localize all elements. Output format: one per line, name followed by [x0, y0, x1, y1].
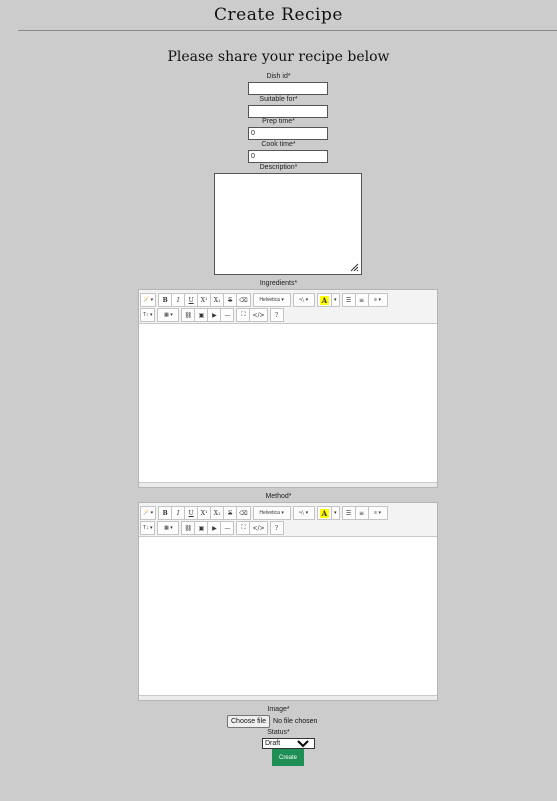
- ordered-list-button[interactable]: ≡: [354, 506, 369, 520]
- link-button[interactable]: ⛓: [181, 521, 196, 535]
- image-label: Image*: [267, 706, 290, 713]
- superscript-button[interactable]: X¹: [197, 506, 212, 520]
- font-family-dropdown[interactable]: Helvetica ▾: [252, 293, 291, 307]
- code-view-button[interactable]: </>: [249, 521, 268, 535]
- help-button[interactable]: ?: [269, 521, 284, 535]
- ingredients-label: Ingredients*: [259, 280, 298, 287]
- method-resize-bar[interactable]: [139, 695, 437, 700]
- ingredients-editable-area[interactable]: [139, 324, 437, 482]
- clear-format-button[interactable]: ⌫: [236, 506, 251, 520]
- magic-wand-button[interactable]: 🪄 ▾: [140, 506, 157, 520]
- line-height-dropdown[interactable]: T↕ ▾: [140, 521, 156, 535]
- italic-button[interactable]: I: [171, 293, 186, 307]
- dish-id-input[interactable]: [248, 82, 328, 95]
- paragraph-align-dropdown[interactable]: ≡ ▾: [367, 506, 388, 520]
- cook-time-input[interactable]: 0: [248, 150, 328, 163]
- color-a-icon: A: [319, 295, 330, 305]
- ordered-list-button[interactable]: ≡: [354, 293, 369, 307]
- ingredients-resize-bar[interactable]: [139, 482, 437, 487]
- choose-file-button[interactable]: Choose file: [227, 715, 271, 728]
- suitable-for-input[interactable]: [248, 105, 328, 118]
- code-view-button[interactable]: </>: [249, 308, 268, 322]
- status-label: Status*: [267, 729, 290, 736]
- dish-id-label: Dish id*: [266, 73, 291, 80]
- underline-button[interactable]: U: [184, 506, 199, 520]
- ingredients-toolbar: 🪄 ▾ B I U X¹ X₁ S ⌫ Helvetica ▾ ⁹/₁ ▾ A …: [139, 290, 437, 324]
- status-select[interactable]: Draft: [262, 738, 315, 749]
- image-file-input[interactable]: Choose file No file chosen: [227, 715, 317, 728]
- video-button[interactable]: ▶: [207, 521, 222, 535]
- help-button[interactable]: ?: [269, 308, 284, 322]
- text-color-dropdown[interactable]: ▾: [331, 506, 340, 520]
- status-selected-value: Draft: [265, 740, 281, 747]
- table-dropdown[interactable]: ▦ ▾: [157, 308, 180, 322]
- prep-time-label: Prep time*: [262, 118, 295, 125]
- suitable-for-label: Suitable for*: [259, 96, 298, 103]
- method-editor[interactable]: 🪄 ▾ B I U X¹ X₁ S ⌫ Helvetica ▾ ⁹/₁ ▾ A …: [138, 502, 438, 701]
- subscript-button[interactable]: X₁: [210, 293, 225, 307]
- fullscreen-button[interactable]: ⛶: [236, 521, 251, 535]
- picture-button[interactable]: ▣: [194, 521, 209, 535]
- font-family-dropdown[interactable]: Helvetica ▾: [252, 506, 291, 520]
- line-height-dropdown[interactable]: T↕ ▾: [140, 308, 156, 322]
- horizontal-rule-button[interactable]: —: [220, 521, 235, 535]
- method-editable-area[interactable]: [139, 537, 437, 695]
- text-color-button[interactable]: A: [316, 293, 333, 307]
- italic-button[interactable]: I: [171, 506, 186, 520]
- font-size-dropdown[interactable]: ⁹/₁ ▾: [292, 506, 315, 520]
- prep-time-input[interactable]: 0: [248, 127, 328, 140]
- superscript-button[interactable]: X¹: [197, 293, 212, 307]
- unordered-list-button[interactable]: ☰: [341, 293, 356, 307]
- table-dropdown[interactable]: ▦ ▾: [157, 521, 180, 535]
- method-label: Method*: [265, 493, 292, 500]
- text-color-dropdown[interactable]: ▾: [331, 293, 340, 307]
- cook-time-label: Cook time*: [261, 141, 296, 148]
- page-title: Create Recipe: [214, 5, 343, 25]
- create-button[interactable]: Create: [272, 749, 304, 766]
- paragraph-align-dropdown[interactable]: ≡ ▾: [367, 293, 388, 307]
- unordered-list-button[interactable]: ☰: [341, 506, 356, 520]
- font-size-dropdown[interactable]: ⁹/₁ ▾: [292, 293, 315, 307]
- bold-button[interactable]: B: [158, 293, 173, 307]
- magic-wand-button[interactable]: 🪄 ▾: [140, 293, 157, 307]
- text-color-button[interactable]: A: [316, 506, 333, 520]
- underline-button[interactable]: U: [184, 293, 199, 307]
- color-a-icon: A: [319, 508, 330, 518]
- horizontal-rule-button[interactable]: —: [220, 308, 235, 322]
- link-button[interactable]: ⛓: [181, 308, 196, 322]
- video-button[interactable]: ▶: [207, 308, 222, 322]
- subscript-button[interactable]: X₁: [210, 506, 225, 520]
- fullscreen-button[interactable]: ⛶: [236, 308, 251, 322]
- method-toolbar: 🪄 ▾ B I U X¹ X₁ S ⌫ Helvetica ▾ ⁹/₁ ▾ A …: [139, 503, 437, 537]
- strikethrough-button[interactable]: S: [223, 293, 238, 307]
- form-subtitle: Please share your recipe below: [167, 49, 390, 65]
- description-textarea[interactable]: [214, 173, 362, 275]
- resize-grip-icon[interactable]: [350, 263, 359, 272]
- picture-button[interactable]: ▣: [194, 308, 209, 322]
- bold-button[interactable]: B: [158, 506, 173, 520]
- title-divider: [18, 30, 557, 31]
- ingredients-editor[interactable]: 🪄 ▾ B I U X¹ X₁ S ⌫ Helvetica ▾ ⁹/₁ ▾ A …: [138, 289, 438, 488]
- file-status-text: No file chosen: [273, 718, 318, 725]
- chevron-down-icon: [297, 740, 309, 748]
- description-label: Description*: [259, 164, 298, 171]
- strikethrough-button[interactable]: S: [223, 506, 238, 520]
- clear-format-button[interactable]: ⌫: [236, 293, 251, 307]
